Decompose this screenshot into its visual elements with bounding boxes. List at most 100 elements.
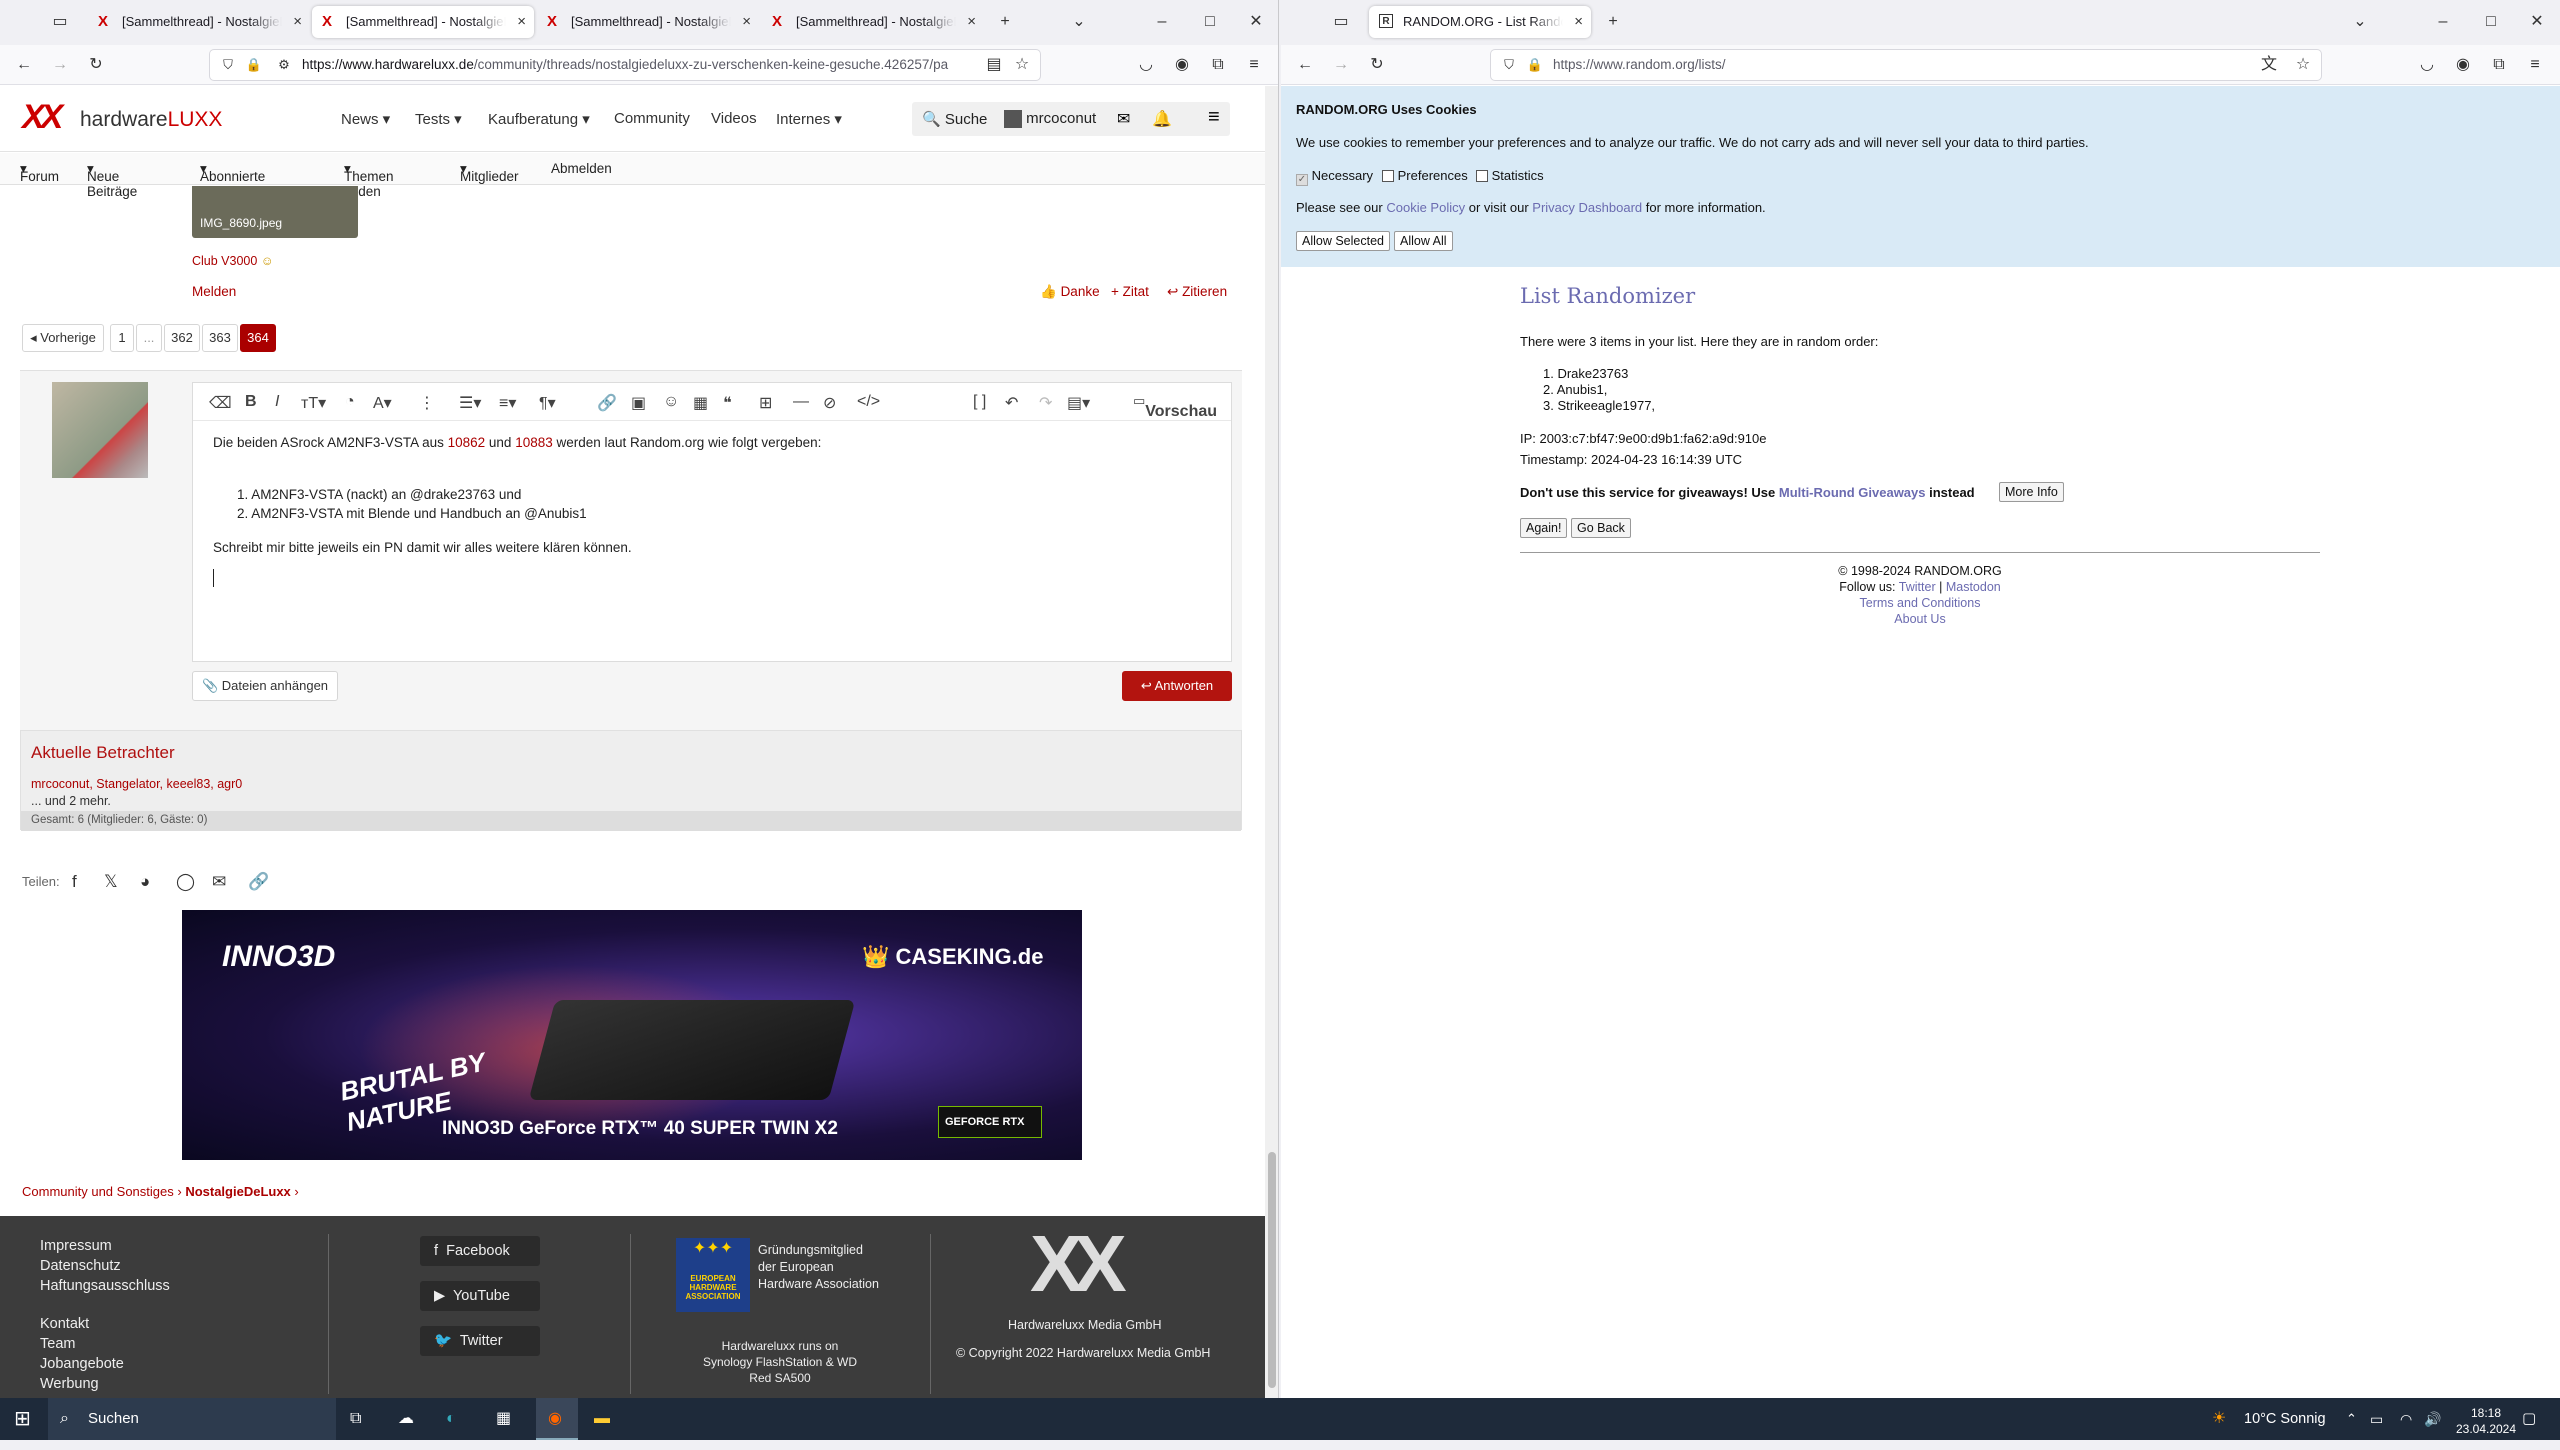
paragraph-icon[interactable]: ¶▾ [539,393,556,413]
mail-icon[interactable]: ✉ [1117,109,1130,129]
font-icon[interactable]: A▾ [373,393,392,413]
notifications-icon[interactable]: ▢ [2522,1398,2536,1440]
preview-button[interactable]: ▭ Vorschau [1133,393,1217,420]
breadcrumb-item[interactable]: Community und Sonstiges [22,1184,174,1199]
account-icon[interactable]: ◉ [2451,55,2475,75]
allow-selected-button[interactable]: Allow Selected [1296,231,1390,251]
emoji-icon[interactable]: ☺ [663,393,679,411]
more-info-button[interactable]: More Info [1999,482,2064,502]
thanks-link[interactable]: 👍 Danke [1040,284,1100,300]
weather-text[interactable]: 10°C Sonnig [2244,1398,2326,1440]
nav-news[interactable]: News ▾ [341,110,390,128]
privacy-dashboard-link[interactable]: Privacy Dashboard [1532,200,1642,215]
minimize-icon[interactable]: – [1150,12,1174,32]
new-tab-icon[interactable]: + [1601,12,1625,32]
subnav-abmelden[interactable]: Abmelden [551,161,612,176]
footer-link[interactable]: Kontakt [40,1316,89,1332]
address-bar[interactable]: ⛉ 🔒 https://www.random.org/lists/ 文 ☆ [1491,50,2321,80]
nav-kaufberatung[interactable]: Kaufberatung ▾ [488,110,590,128]
tab-1[interactable]: X [Sammelthread] - NostalgieDeluxx × [88,6,310,38]
maximize-icon[interactable]: □ [2479,12,2503,32]
close-window-icon[interactable]: ✕ [1244,12,1268,32]
app-icon[interactable]: ☁ [398,1398,414,1440]
x-share-icon[interactable]: 𝕏 [104,872,118,892]
close-tab-icon[interactable]: × [967,6,976,38]
bell-icon[interactable]: 🔔 [1152,109,1172,129]
facebook-share-icon[interactable]: f [72,872,77,892]
cookie-policy-link[interactable]: Cookie Policy [1386,200,1465,215]
facebook-button[interactable]: f Facebook [420,1236,540,1266]
close-tab-icon[interactable]: × [293,6,302,38]
volume-icon[interactable]: 🔊 [2424,1398,2441,1440]
wifi-icon[interactable]: ◠ [2400,1398,2412,1440]
subnav-forum[interactable]: Forum ▾ [20,161,59,184]
tab-overview-icon[interactable]: ▭ [48,12,72,32]
link-share-icon[interactable]: 🔗 [248,872,269,892]
logo-xx[interactable]: XX [22,98,63,137]
reload-icon[interactable]: ↻ [1365,55,1389,75]
italic-icon[interactable]: I [275,393,279,411]
back-icon[interactable]: ← [1293,55,1317,75]
twitter-button[interactable]: 🐦 Twitter [420,1326,540,1356]
subnav-themen-finden[interactable]: Themen finden ▾ [344,161,394,199]
lock-icon[interactable]: 🔒 [1523,55,1547,75]
minimize-icon[interactable]: – [2431,12,2455,32]
translate-icon[interactable]: 文 [2257,55,2281,75]
about-link[interactable]: About Us [1520,612,2320,626]
attachment-thumbnail[interactable]: IMG_8690.jpeg [192,186,358,238]
link-icon[interactable]: 🔗 [597,393,617,413]
footer-link[interactable]: Werbung [40,1376,99,1392]
eraser-icon[interactable]: ⌫ [209,393,232,413]
viewers-names[interactable]: mrcoconut, Stangelator, keeel83, agr0 [31,777,242,791]
pagination-page[interactable]: 362 [164,324,200,352]
close-window-icon[interactable]: ✕ [2525,12,2549,32]
multi-round-giveaways-link[interactable]: Multi-Round Giveaways [1779,485,1926,500]
quote-link[interactable]: ↩ Zitieren [1167,284,1227,300]
drafts-icon[interactable]: ▤▾ [1067,393,1090,413]
list-icon[interactable]: ☰▾ [459,393,481,413]
thread-link-10862[interactable]: 10862 [448,435,486,450]
network-icon[interactable]: ▭ [2370,1398,2383,1440]
footer-link[interactable]: Team [40,1336,75,1352]
windows-start-icon[interactable]: ⊞ [14,1398,31,1440]
extensions-icon[interactable]: ⧉ [2487,55,2511,75]
user-menu[interactable]: mrcoconut [1004,110,1096,129]
go-back-button[interactable]: Go Back [1571,518,1631,538]
close-tab-icon[interactable]: × [517,6,526,38]
scrollbar-thumb[interactable] [1268,1152,1276,1388]
email-share-icon[interactable]: ✉ [212,872,226,892]
nav-community[interactable]: Community [614,110,690,127]
terms-link[interactable]: Terms and Conditions [1520,596,2320,610]
report-link[interactable]: Melden [192,284,236,299]
tab-3[interactable]: X [Sammelthread] - NostalgieDeluxx × [537,6,759,38]
again-button[interactable]: Again! [1520,518,1568,538]
tab-2-active[interactable]: X [Sammelthread] - NostalgieDeluxx × [312,6,534,38]
brackets-icon[interactable]: [ ] [973,393,986,411]
weather-icon[interactable]: ☀ [2212,1398,2226,1440]
attach-files-button[interactable]: 📎 Dateien anhängen [192,671,338,701]
task-view-icon[interactable]: ⧉ [350,1398,361,1440]
bookmark-star-icon[interactable]: ☆ [1010,55,1034,75]
pagination-page[interactable]: 1 [110,324,134,352]
allow-all-button[interactable]: Allow All [1394,231,1453,251]
footer-link[interactable]: Datenschutz [40,1258,121,1274]
store-icon[interactable]: ▦ [496,1398,511,1440]
more-icon[interactable]: ⋮ [419,393,435,413]
menu-icon[interactable]: ≡ [2523,55,2547,75]
nav-videos[interactable]: Videos [711,110,757,127]
bookmark-star-icon[interactable]: ☆ [2291,55,2315,75]
footer-link[interactable]: Impressum [40,1238,112,1254]
text-size-icon[interactable]: тT▾ [301,393,326,413]
reload-icon[interactable]: ↻ [84,55,108,75]
pocket-icon[interactable]: ◡ [2415,55,2439,75]
redo-icon[interactable]: ↷ [1039,393,1052,413]
twitter-link[interactable]: Twitter [1899,580,1936,594]
nav-tests[interactable]: Tests ▾ [415,110,462,128]
media-icon[interactable]: ▦ [693,393,708,413]
menu-icon[interactable]: ≡ [1242,55,1266,75]
pagination-ellipsis[interactable]: ... [136,324,162,352]
forward-icon[interactable]: → [48,55,72,75]
pagination-current[interactable]: 364 [240,324,276,352]
file-explorer-icon[interactable]: ▬ [594,1398,610,1440]
reply-editor[interactable]: ⌫ B I тT▾ ◔ A▾ ⋮ ☰▾ ≡▾ ¶▾ 🔗 ▣ ☺ ▦ ❝ ⊞ — … [192,382,1232,662]
